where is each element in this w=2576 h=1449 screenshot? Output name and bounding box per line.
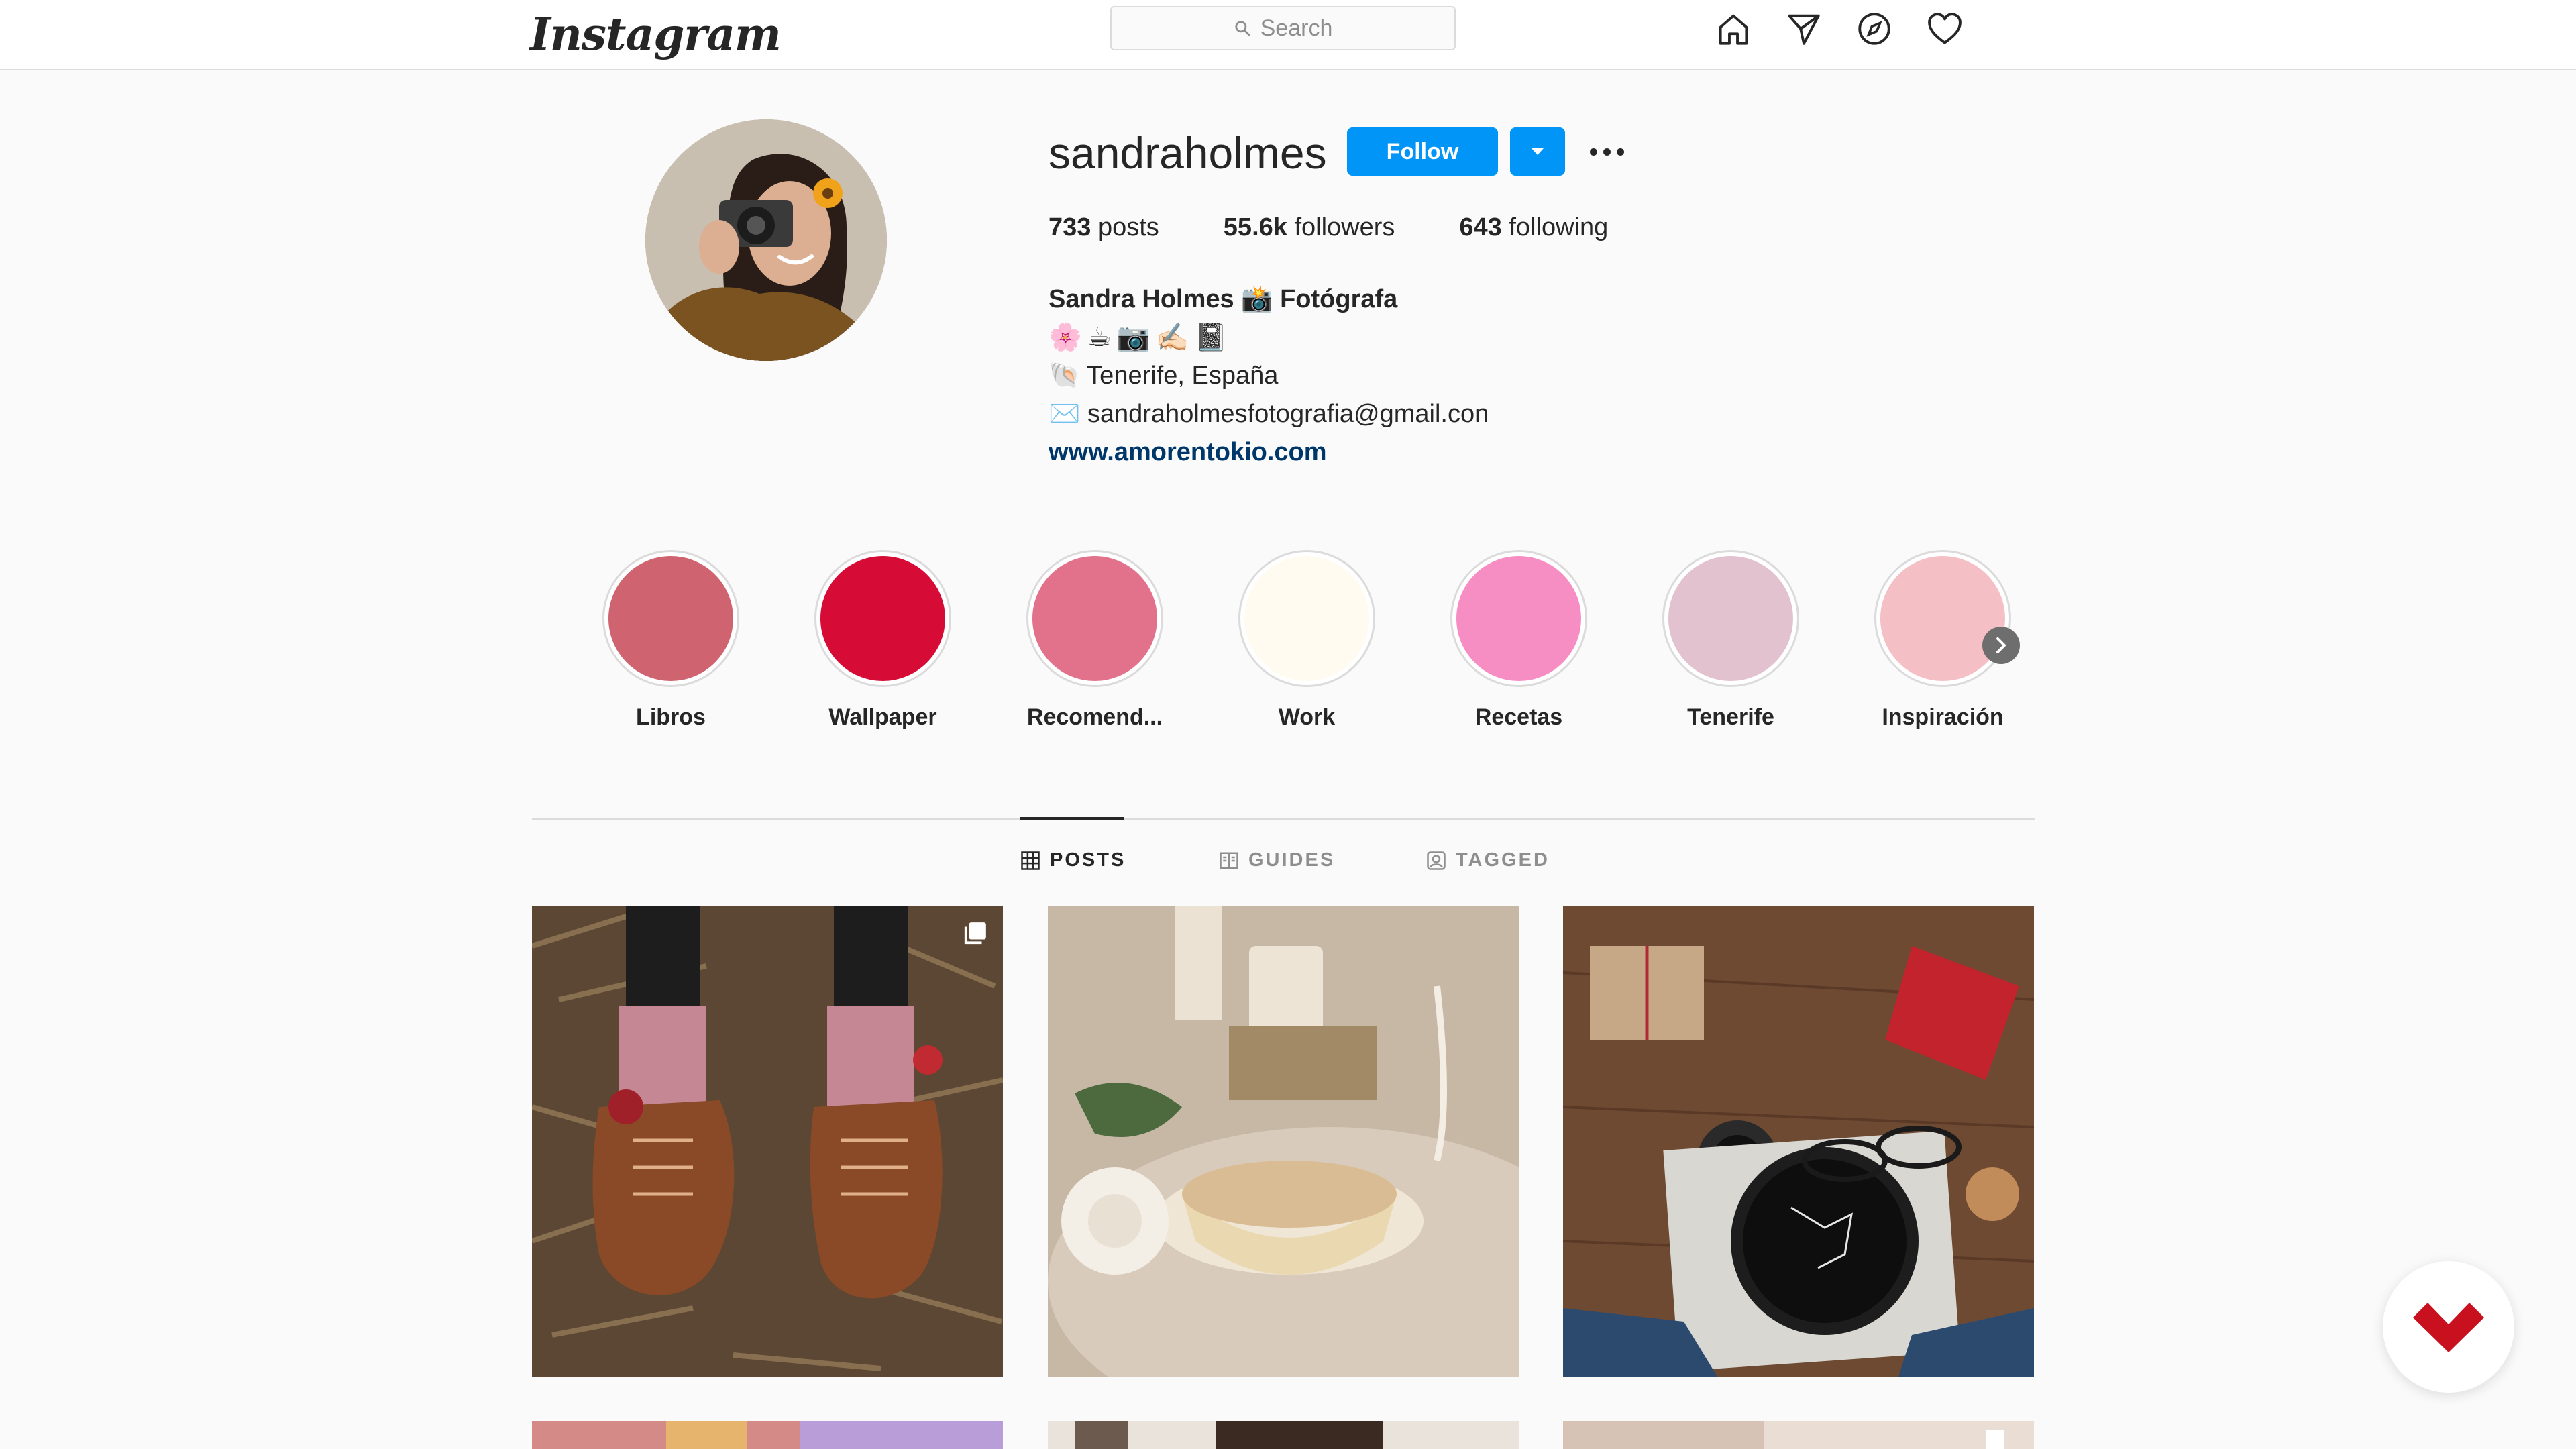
post-thumbnail[interactable] (532, 1421, 1003, 1449)
posts-count: 733 posts (1049, 213, 1159, 241)
tab-label: GUIDES (1248, 849, 1336, 871)
profile-full-name: Sandra Holmes 📸 Fotógrafa (1049, 285, 1398, 313)
tab-label: POSTS (1050, 849, 1126, 871)
tab-posts[interactable]: POSTS (1020, 849, 1126, 871)
post-thumbnail[interactable] (1563, 906, 2034, 1377)
follow-button[interactable]: Follow (1347, 127, 1498, 176)
highlight-work[interactable]: Work (1238, 550, 1375, 731)
highlight-label: Work (1278, 704, 1336, 730)
profile-stats: 733 posts 55.6k followers 643 following (1049, 213, 1608, 242)
following-count[interactable]: 643 following (1459, 213, 1608, 242)
highlight-cover (1880, 556, 2005, 681)
highlight-label: Inspiración (1882, 704, 2004, 730)
post-thumbnail[interactable] (1563, 1421, 2034, 1449)
followers-count[interactable]: 55.6k followers (1224, 213, 1395, 242)
bio-location: 🐚 Tenerife, España (1049, 362, 1279, 390)
multiple-photos-icon (964, 922, 986, 945)
direct-icon[interactable] (1784, 9, 1823, 48)
caret-down-icon (1532, 148, 1544, 155)
bio-emoji-row: 🌸 ☕ 📷 ✍🏻 📓 (1049, 319, 1489, 357)
highlight-label: Recomend... (1026, 704, 1163, 730)
grid-icon (1021, 851, 1040, 870)
tab-guides[interactable]: GUIDES (1219, 849, 1335, 871)
search-input[interactable]: Search (1110, 6, 1456, 50)
explore-icon[interactable] (1855, 9, 1894, 48)
top-navigation-bar: Instagram Search (0, 0, 2576, 70)
highlight-wallpaper[interactable]: Wallpaper (814, 550, 951, 731)
writing-hand-emoji: ✍🏻 (1155, 323, 1189, 352)
guides-icon (1220, 852, 1238, 869)
highlight-libros[interactable]: Libros (602, 550, 739, 731)
bio-website-link[interactable]: www.amorentokio.com (1049, 433, 1489, 472)
activity-icon[interactable] (1925, 9, 1964, 48)
bio-email: ✉️ sandraholmesfotografia@gmail.con (1049, 400, 1489, 428)
highlight-recetas[interactable]: Recetas (1450, 550, 1587, 731)
chevron-right-icon (1996, 637, 2006, 653)
highlight-label: Libros (636, 704, 706, 730)
highlight-cover (1668, 556, 1793, 681)
profile-bio: Sandra Holmes 📸 Fotógrafa 🌸 ☕ 📷 ✍🏻 📓 🐚 T… (1049, 280, 1489, 472)
tabs-divider (532, 818, 2035, 820)
profile-username: sandraholmes (1049, 128, 1327, 178)
coffee-emoji: ☕ (1087, 323, 1112, 352)
more-options-icon[interactable] (1583, 134, 1630, 169)
notebook-emoji: 📓 (1194, 323, 1228, 352)
highlight-cover (1244, 556, 1369, 681)
highlight-label: Wallpaper (828, 704, 937, 730)
tab-label: TAGGED (1456, 849, 1550, 871)
search-icon (1235, 21, 1250, 36)
post-thumbnail[interactable] (1048, 906, 1519, 1377)
highlight-cover (820, 556, 945, 681)
post-thumbnail[interactable] (1048, 1421, 1519, 1449)
highlight-cover (1032, 556, 1157, 681)
highlight-cover (1456, 556, 1581, 681)
highlight-label: Tenerife (1687, 704, 1774, 730)
brand-logo-icon (2413, 1303, 2484, 1352)
highlight-cover (608, 556, 733, 681)
suggested-accounts-button[interactable] (1510, 127, 1565, 176)
profile-avatar[interactable] (645, 119, 887, 361)
highlight-tenerife[interactable]: Tenerife (1662, 550, 1799, 731)
highlights-next-button[interactable] (1982, 627, 2020, 664)
instagram-logo[interactable]: Instagram (530, 4, 782, 64)
tagged-icon (1427, 851, 1446, 870)
post-thumbnail[interactable] (532, 906, 1003, 1377)
highlight-recomend[interactable]: Recomend... (1026, 550, 1163, 731)
search-placeholder: Search (1260, 15, 1333, 41)
home-icon[interactable] (1714, 9, 1753, 48)
active-tab-indicator (1020, 817, 1124, 820)
floating-brand-badge[interactable] (2383, 1261, 2514, 1393)
highlight-label: Recetas (1474, 704, 1563, 730)
camera-emoji: 📷 (1116, 323, 1150, 352)
flower-emoji: 🌸 (1049, 323, 1082, 352)
tab-tagged[interactable]: TAGGED (1426, 849, 1550, 871)
